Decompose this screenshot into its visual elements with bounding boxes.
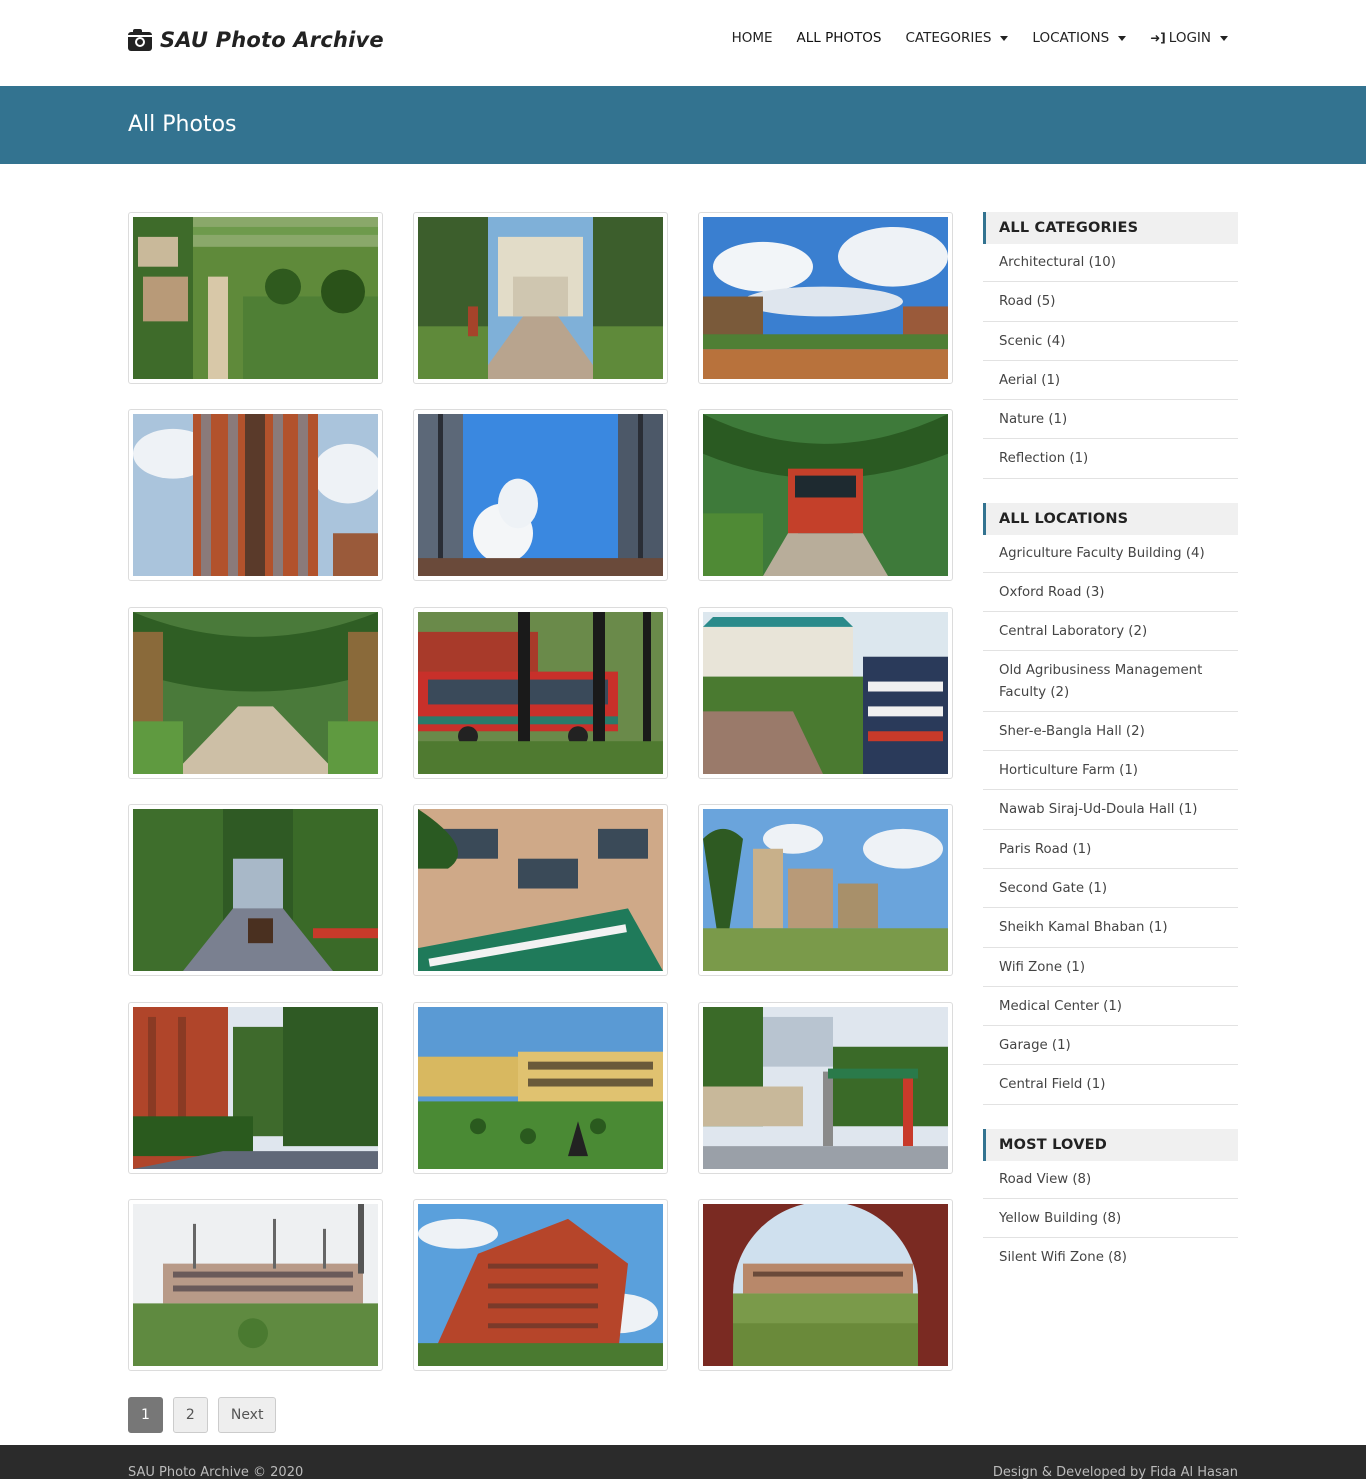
pagination: 1 2 Next (128, 1397, 286, 1433)
photo-thumbnail[interactable] (128, 804, 383, 976)
nav-all-photos[interactable]: ALL PHOTOS (797, 30, 882, 46)
photo-image (703, 612, 948, 774)
category-link[interactable]: Reflection (1) (983, 439, 1238, 479)
most-loved-list: Road View (8) Yellow Building (8) Silent W… (983, 1169, 1238, 1277)
location-link[interactable]: Horticulture Farm (1) (983, 751, 1238, 791)
photo-thumbnail[interactable] (128, 1002, 383, 1174)
photo-image (133, 414, 378, 576)
location-link[interactable]: Wifi Zone (1) (983, 948, 1238, 987)
chevron-down-icon (1220, 35, 1228, 41)
chevron-down-icon (1000, 35, 1009, 41)
photo-image (133, 809, 378, 971)
locations-widget: ALL LOCATIONS Agriculture Faculty Buildi… (983, 502, 1238, 1105)
footer-credit[interactable]: Design & Developed by Fida Al Hasan (993, 1465, 1238, 1479)
location-link[interactable]: Sher-e-Bangla Hall (2) (983, 712, 1238, 752)
photo-image (703, 1204, 948, 1366)
nav-locations-dropdown[interactable]: LOCATIONS (1032, 30, 1127, 46)
location-link[interactable]: Sheikh Kamal Bhaban (1) (983, 908, 1238, 948)
photo-image (133, 612, 378, 774)
location-link[interactable]: Second Gate (1) (983, 869, 1238, 909)
most-loved-widget: MOST LOVED Road View (8) Yellow Building … (983, 1128, 1238, 1277)
photo-thumbnail[interactable] (128, 1199, 383, 1371)
location-link[interactable]: Garage (1) (983, 1026, 1238, 1066)
photo-thumbnail[interactable] (698, 607, 953, 779)
photo-image (418, 1204, 663, 1366)
main-nav: HOME ALL PHOTOS CATEGORIES LOCATIONS ➜] L… (708, 30, 1228, 46)
footer-copyright: SAU Photo Archive © 2020 (128, 1465, 304, 1479)
nav-categories-dropdown[interactable]: CATEGORIES (905, 30, 1009, 46)
categories-title: ALL CATEGORIES (983, 212, 1238, 244)
photo-image (418, 217, 663, 379)
sidebar: ALL CATEGORIES Architectural (10) Road (5… (983, 212, 1238, 1300)
photo-thumbnail[interactable] (413, 1199, 668, 1371)
page-1-button[interactable]: 1 (128, 1397, 163, 1433)
location-link[interactable]: Paris Road (1) (983, 830, 1238, 869)
photo-image (133, 1204, 378, 1366)
location-link[interactable]: Nawab Siraj-Ud-Doula Hall (1) (983, 790, 1238, 830)
most-loved-link[interactable]: Road View (8) (983, 1169, 1238, 1199)
location-link[interactable]: Old Agribusiness Management Faculty (2) (983, 651, 1238, 712)
sign-in-icon: ➜] (1150, 31, 1166, 45)
photo-image (418, 612, 663, 774)
brand-title: SAU Photo Archive (160, 28, 384, 52)
photo-thumbnail[interactable] (128, 607, 383, 779)
photo-thumbnail[interactable] (128, 409, 383, 581)
page-header-band: All Photos (0, 86, 1366, 164)
category-link[interactable]: Architectural (10) (983, 252, 1238, 283)
page-2-button[interactable]: 2 (172, 1397, 208, 1433)
photo-thumbnail[interactable] (698, 409, 953, 581)
photo-thumbnail[interactable] (698, 804, 953, 976)
chevron-down-icon (1118, 35, 1127, 41)
location-link[interactable]: Central Laboratory (2) (983, 612, 1238, 652)
locations-title: ALL LOCATIONS (983, 502, 1238, 535)
page-title: All Photos (128, 112, 237, 137)
photo-image (703, 414, 948, 576)
next-page-button[interactable]: Next (217, 1397, 277, 1433)
location-link[interactable]: Agriculture Faculty Building (4) (983, 543, 1238, 573)
photo-thumbnail[interactable] (413, 212, 668, 384)
photo-image (418, 809, 663, 971)
photo-image (703, 217, 948, 379)
photo-thumbnail[interactable] (698, 212, 953, 384)
location-link[interactable]: Central Field (1) (983, 1065, 1238, 1105)
category-link[interactable]: Scenic (4) (983, 322, 1238, 361)
photo-thumbnail[interactable] (413, 409, 668, 581)
brand-logo[interactable]: SAU Photo Archive (128, 28, 384, 52)
locations-list: Agriculture Faculty Building (4) Oxford R… (983, 543, 1238, 1105)
photo-image (703, 809, 948, 971)
categories-list: Architectural (10) Road (5) Scenic (4) Aeri… (983, 252, 1238, 479)
category-link[interactable]: Nature (1) (983, 400, 1238, 440)
photo-thumbnail[interactable] (128, 212, 383, 384)
photo-thumbnail[interactable] (698, 1199, 953, 1371)
photo-thumbnail[interactable] (413, 1002, 668, 1174)
most-loved-title: MOST LOVED (983, 1128, 1238, 1161)
photo-thumbnail[interactable] (698, 1002, 953, 1174)
most-loved-link[interactable]: Yellow Building (8) (983, 1199, 1238, 1239)
photo-image (703, 1007, 948, 1169)
camera-icon (128, 29, 152, 51)
nav-login-dropdown[interactable]: ➜] LOGIN (1150, 30, 1228, 46)
category-link[interactable]: Aerial (1) (983, 361, 1238, 401)
photo-image (133, 217, 378, 379)
nav-home[interactable]: HOME (732, 30, 773, 46)
footer: SAU Photo Archive © 2020 Design & Develo… (0, 1445, 1366, 1479)
categories-widget: ALL CATEGORIES Architectural (10) Road (5… (983, 212, 1238, 479)
most-loved-link[interactable]: Silent Wifi Zone (8) (983, 1238, 1238, 1276)
location-link[interactable]: Medical Center (1) (983, 987, 1238, 1027)
category-link[interactable]: Road (5) (983, 282, 1238, 322)
photo-image (418, 1007, 663, 1169)
top-navbar: SAU Photo Archive HOME ALL PHOTOS CATEGO… (0, 0, 1366, 86)
photo-thumbnail[interactable] (413, 804, 668, 976)
photo-thumbnail[interactable] (413, 607, 668, 779)
photo-image (418, 414, 663, 576)
photo-image (133, 1007, 378, 1169)
location-link[interactable]: Oxford Road (3) (983, 573, 1238, 613)
